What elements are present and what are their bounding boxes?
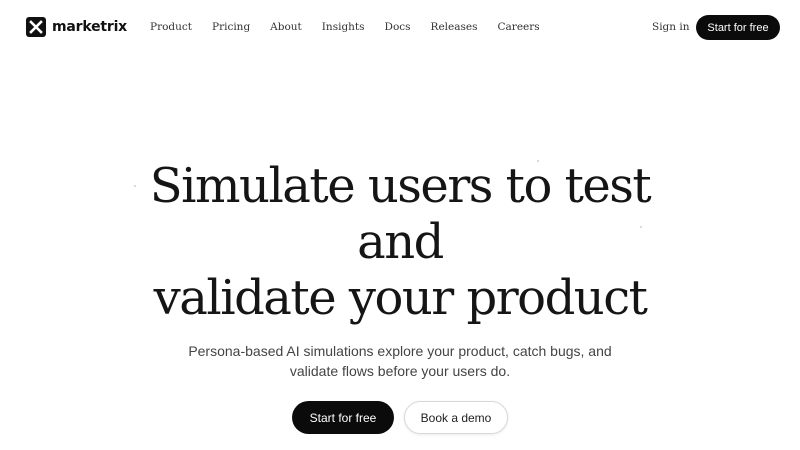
hero-title-line: validate your product — [153, 270, 648, 326]
hero-actions: Start for free Book a demo — [292, 401, 508, 434]
nav-start-free-button[interactable]: Start for free — [696, 15, 780, 40]
hero-title-line: Simulate users to test — [149, 158, 652, 214]
start-free-button[interactable]: Start for free — [292, 401, 394, 434]
nav-links: Product Pricing About Insights Docs Rele… — [150, 20, 560, 34]
top-navigation: marketrix Product Pricing About Insights… — [0, 0, 800, 54]
nav-link-releases[interactable]: Releases — [431, 20, 478, 34]
nav-link-pricing[interactable]: Pricing — [212, 20, 250, 34]
hero-subtitle-line: Persona-based AI simulations explore you… — [188, 343, 612, 359]
x-logo-icon — [26, 17, 46, 37]
hero-title: Simulate users to test and validate your… — [100, 158, 700, 326]
sign-in-link[interactable]: Sign in — [652, 20, 690, 34]
book-demo-button[interactable]: Book a demo — [404, 401, 508, 434]
nav-link-careers[interactable]: Careers — [498, 20, 540, 34]
brand-logo[interactable]: marketrix — [26, 17, 127, 37]
hero-title-line: and — [357, 214, 444, 270]
nav-link-product[interactable]: Product — [150, 20, 192, 34]
hero-subtitle-line: validate flows before your users do. — [289, 363, 511, 379]
nav-link-about[interactable]: About — [270, 20, 302, 34]
brand-name: marketrix — [52, 19, 127, 35]
nav-link-insights[interactable]: Insights — [322, 20, 365, 34]
hero-subtitle: Persona-based AI simulations explore you… — [150, 341, 650, 381]
nav-link-docs[interactable]: Docs — [385, 20, 411, 34]
